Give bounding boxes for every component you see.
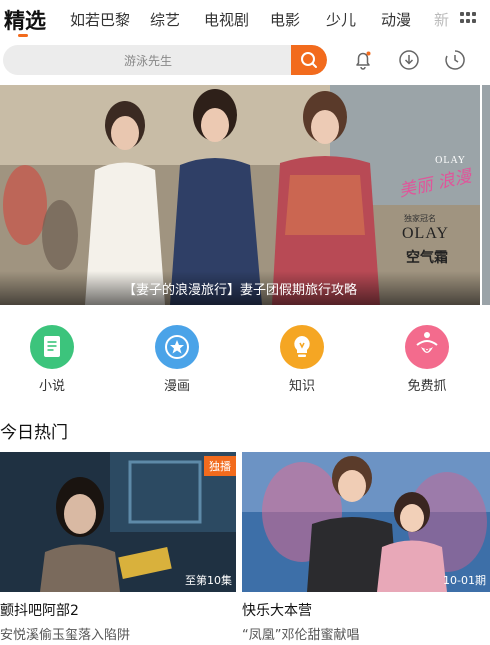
card-subtitle: 安悦溪偷玉玺落入陷阱 [0,628,131,643]
category-label: 漫画 [163,379,190,394]
sponsor-brand: OLAY [402,225,449,242]
tab-tv-series[interactable]: 电视剧 [204,9,249,30]
grid-icon[interactable] [460,12,476,24]
category-novel[interactable]: 小说 [22,325,82,394]
book-icon [30,325,74,369]
category-free-claw[interactable]: 免费抓 [397,325,457,394]
tab-new[interactable]: 新 [434,9,449,30]
category-knowledge[interactable]: 知识 [272,325,332,394]
card-title[interactable]: 颤抖吧阿部2 [0,600,79,620]
next-banner-peek[interactable] [482,85,490,305]
tab-kids[interactable]: 少儿 [326,9,356,30]
category-label: 免费抓 [407,379,447,394]
download-icon[interactable] [397,48,421,72]
tab-featured[interactable]: 精选 [4,5,46,35]
active-tab-indicator [18,34,28,37]
tab-anime[interactable]: 动漫 [381,9,411,30]
section-title: 今日热门 [0,423,68,443]
sponsor-script: 美丽 浪漫 [397,166,474,202]
thumbnail-image [0,452,236,592]
history-icon[interactable] [443,48,467,72]
banner-carousel[interactable]: OLAY 美丽 浪漫 独家冠名 OLAY 空气霜 【妻子的浪漫旅行】妻子团假期旅… [0,85,480,305]
video-thumbnail[interactable]: 独播 至第10集 [0,452,236,592]
card-title[interactable]: 快乐大本营 [242,600,312,620]
search-bar[interactable]: 游泳先生 [3,45,327,75]
sponsor-product: 空气霜 [406,250,448,266]
tab-movies[interactable]: 电影 [270,9,300,30]
category-label: 小说 [38,379,65,394]
episode-label: 10-01期 [443,574,486,587]
banner-caption-bar: 【妻子的浪漫旅行】妻子团假期旅行攻略 [0,271,480,305]
tab-ruoruo-paris[interactable]: 如若巴黎 [70,9,130,30]
exclusive-badge: 独播 [204,456,236,476]
sponsor-ad[interactable]: OLAY 美丽 浪漫 独家冠名 OLAY 空气霜 [392,155,474,266]
search-icon [301,52,317,68]
claw-icon [405,325,449,369]
lightbulb-icon [280,325,324,369]
sponsor-label: 独家冠名 [404,214,436,223]
video-thumbnail[interactable]: 10-01期 [242,452,490,592]
search-button[interactable] [291,45,327,75]
thumbnail-image [242,452,490,592]
banner-caption: 【妻子的浪漫旅行】妻子团假期旅行攻略 [122,283,357,298]
video-card[interactable]: 10-01期 快乐大本营 “凤凰”邓伦甜蜜献唱 [242,452,490,643]
star-badge-icon [155,325,199,369]
category-label: 知识 [288,379,315,394]
card-subtitle: “凤凰”邓伦甜蜜献唱 [242,628,360,643]
bell-icon[interactable] [351,48,375,72]
tab-variety[interactable]: 综艺 [150,9,180,30]
top-tab-bar: 精选 如若巴黎 综艺 电视剧 电影 少儿 动漫 新 [0,0,490,40]
search-placeholder[interactable]: 游泳先生 [3,52,293,69]
video-card[interactable]: 独播 至第10集 颤抖吧阿部2 安悦溪偷玉玺落入陷阱 [0,452,236,643]
category-comics[interactable]: 漫画 [147,325,207,394]
episode-label: 至第10集 [185,574,232,587]
